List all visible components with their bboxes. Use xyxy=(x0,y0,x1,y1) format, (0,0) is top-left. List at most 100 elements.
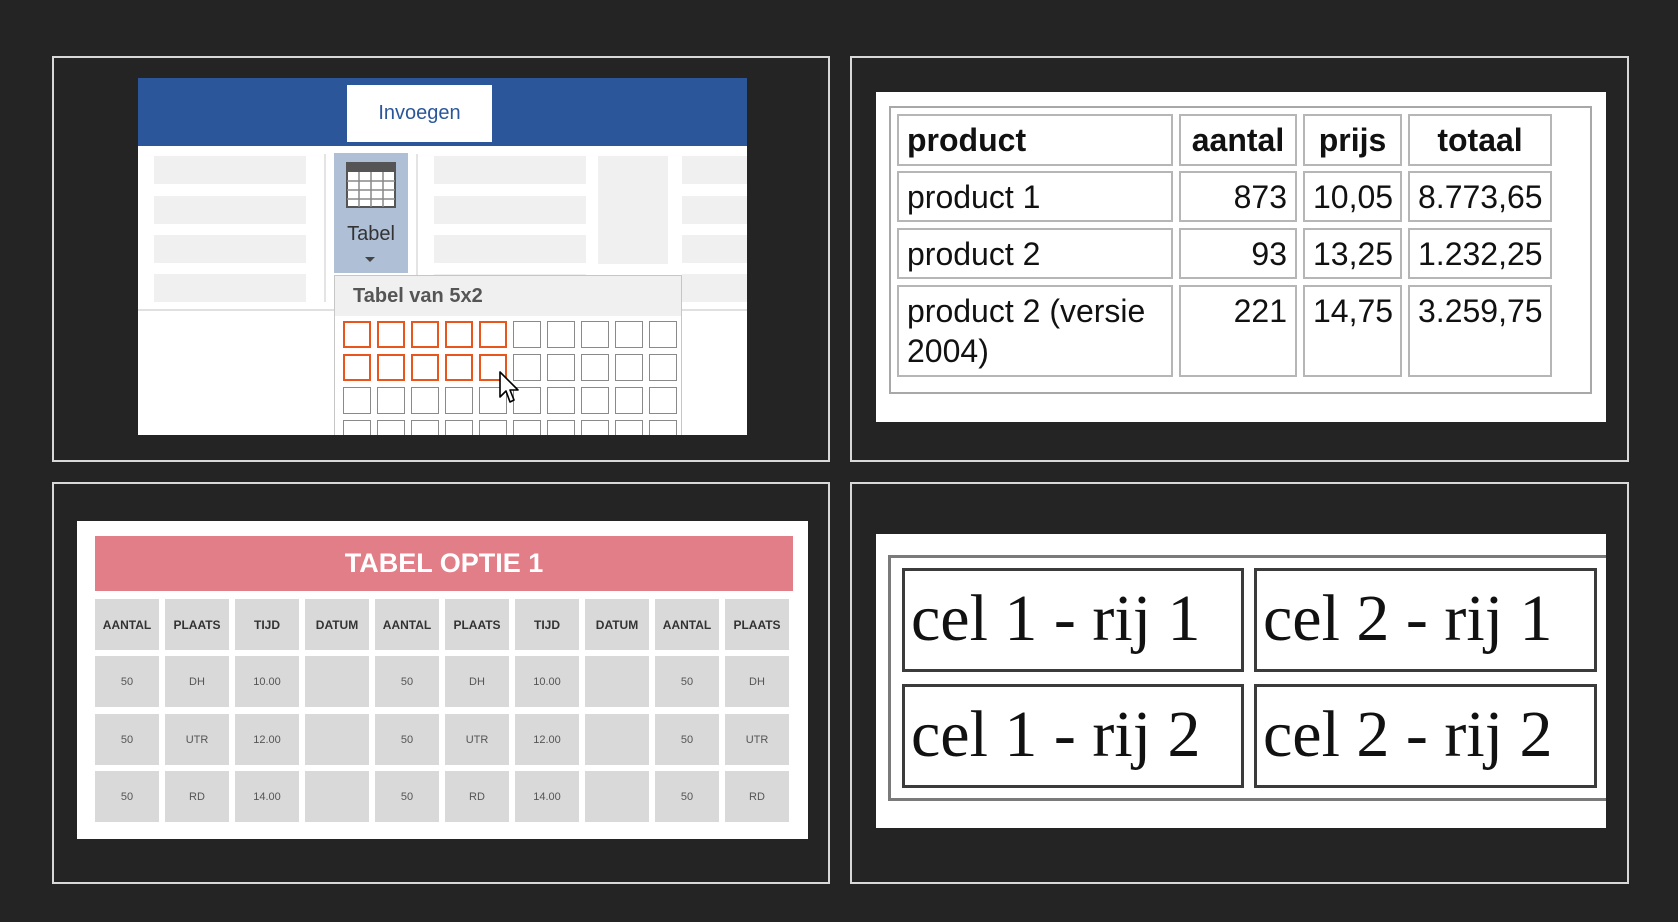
table-cell: 50 xyxy=(95,656,159,707)
table-header-cell: TIJD xyxy=(235,599,299,650)
table-size-grid-cell[interactable] xyxy=(547,321,575,348)
ribbon-placeholder xyxy=(598,156,668,264)
table-cell xyxy=(585,714,649,765)
table-cell: cel 2 - rij 1 xyxy=(1254,568,1597,672)
table-cell xyxy=(585,771,649,822)
table-header-cell: product xyxy=(897,114,1173,166)
table-size-grid-cell[interactable] xyxy=(649,354,677,381)
table-cell: DH xyxy=(445,656,509,707)
table-cell: 14.00 xyxy=(515,771,579,822)
table-size-grid-cell[interactable] xyxy=(343,420,371,435)
table-size-grid-cell[interactable] xyxy=(649,321,677,348)
table-size-grid-cell[interactable] xyxy=(377,321,405,348)
table-size-grid-cell[interactable] xyxy=(649,387,677,414)
panel-tabel-optie: TABEL OPTIE 1 AANTAL PLAATS TIJD DATUM AANTA… xyxy=(52,482,830,884)
table-header-cell: aantal xyxy=(1179,114,1297,166)
table-header-cell: AANTAL xyxy=(375,599,439,650)
table-size-grid-cell[interactable] xyxy=(547,354,575,381)
table-header-cell: totaal xyxy=(1408,114,1552,166)
table-size-grid-cell[interactable] xyxy=(445,321,473,348)
ribbon-separator xyxy=(324,154,326,302)
table-size-grid-cell[interactable] xyxy=(411,387,439,414)
table-cell: 50 xyxy=(655,656,719,707)
table-size-grid-cell[interactable] xyxy=(581,354,609,381)
ribbon-placeholder xyxy=(682,156,747,184)
ribbon-placeholder xyxy=(154,274,306,302)
table-header-cell: PLAATS xyxy=(725,599,789,650)
table-size-grid-cell[interactable] xyxy=(445,420,473,435)
table-header-cell: TIJD xyxy=(515,599,579,650)
table-size-grid-cell[interactable] xyxy=(445,387,473,414)
table-cell: 13,25 xyxy=(1303,228,1402,279)
table-size-grid-cell[interactable] xyxy=(377,420,405,435)
table-title: TABEL OPTIE 1 xyxy=(95,536,793,591)
chevron-down-icon[interactable] xyxy=(365,257,375,262)
insert-table-dropdown: Tabel van 5x2 xyxy=(334,275,682,435)
panel-product-table: product aantal prijs totaal product 1 87… xyxy=(850,56,1629,462)
tabel-optie-image: TABEL OPTIE 1 AANTAL PLAATS TIJD DATUM AANTA… xyxy=(77,521,808,839)
table-cell: 93 xyxy=(1179,228,1297,279)
mouse-pointer-icon xyxy=(499,371,519,403)
table-cell: 50 xyxy=(655,771,719,822)
ribbon-placeholder xyxy=(154,196,306,224)
table-size-grid-cell[interactable] xyxy=(377,354,405,381)
table-size-grid-cell[interactable] xyxy=(513,321,541,348)
table-size-grid-cell[interactable] xyxy=(615,387,643,414)
table-size-grid-cell[interactable] xyxy=(411,420,439,435)
table-size-grid-cell[interactable] xyxy=(479,321,507,348)
table-cell: DH xyxy=(165,656,229,707)
table-size-grid-cell[interactable] xyxy=(615,354,643,381)
ribbon-placeholder xyxy=(154,235,306,263)
table-cell: cel 1 - rij 1 xyxy=(902,568,1244,672)
dropdown-title: Tabel van 5x2 xyxy=(335,276,681,316)
table-cell: cel 1 - rij 2 xyxy=(902,684,1244,788)
ribbon: Invoegen Tabel Tabel van 5x2 xyxy=(138,78,747,435)
table-size-grid-cell[interactable] xyxy=(343,321,371,348)
table-header-cell: DATUM xyxy=(305,599,369,650)
table-cell: RD xyxy=(445,771,509,822)
table-cell: RD xyxy=(165,771,229,822)
table-header-cell: prijs xyxy=(1303,114,1402,166)
table-size-grid-cell[interactable] xyxy=(343,387,371,414)
table-header-cell: PLAATS xyxy=(165,599,229,650)
ribbon-placeholder xyxy=(434,196,586,224)
table-size-grid-cell[interactable] xyxy=(479,420,507,435)
table-cell: 12.00 xyxy=(235,714,299,765)
table-size-grid-cell[interactable] xyxy=(581,420,609,435)
table-header-cell: DATUM xyxy=(585,599,649,650)
table-cell: 8.773,65 xyxy=(1408,171,1552,222)
table-icon xyxy=(346,162,396,213)
table-cell: 50 xyxy=(95,714,159,765)
tab-invoegen[interactable]: Invoegen xyxy=(347,85,492,142)
table-size-grid-cell[interactable] xyxy=(411,354,439,381)
table-size-grid-cell[interactable] xyxy=(547,420,575,435)
cel-table-image: cel 1 - rij 1 cel 2 - rij 1 cel 1 - rij … xyxy=(876,534,1606,828)
product-table-image: product aantal prijs totaal product 1 87… xyxy=(876,92,1606,422)
table-cell: 50 xyxy=(95,771,159,822)
table-size-grid-cell[interactable] xyxy=(377,387,405,414)
table-size-grid-cell[interactable] xyxy=(581,321,609,348)
table-size-grid-cell[interactable] xyxy=(615,321,643,348)
table-size-grid-cell[interactable] xyxy=(513,420,541,435)
table-size-grid-cell[interactable] xyxy=(615,420,643,435)
tabel-button-label: Tabel xyxy=(347,223,395,245)
table-size-grid-cell[interactable] xyxy=(343,354,371,381)
table-size-grid-cell[interactable] xyxy=(581,387,609,414)
table-cell: product 2 (versie 2004) xyxy=(897,285,1173,377)
table-cell xyxy=(305,714,369,765)
table-cell: 10.00 xyxy=(235,656,299,707)
ribbon-placeholder xyxy=(434,235,586,263)
table-size-grid-cell[interactable] xyxy=(547,387,575,414)
table-cell: UTR xyxy=(445,714,509,765)
table-cell xyxy=(305,771,369,822)
table-cell xyxy=(305,656,369,707)
table-cell: UTR xyxy=(725,714,789,765)
table-size-grid-cell[interactable] xyxy=(445,354,473,381)
tabel-button[interactable]: Tabel xyxy=(334,153,408,273)
table-size-grid-cell[interactable] xyxy=(411,321,439,348)
table-cell: 14,75 xyxy=(1303,285,1402,377)
table-cell: 1.232,25 xyxy=(1408,228,1552,279)
table-size-grid-cell[interactable] xyxy=(649,420,677,435)
table-cell: RD xyxy=(725,771,789,822)
table-cell: 50 xyxy=(375,656,439,707)
